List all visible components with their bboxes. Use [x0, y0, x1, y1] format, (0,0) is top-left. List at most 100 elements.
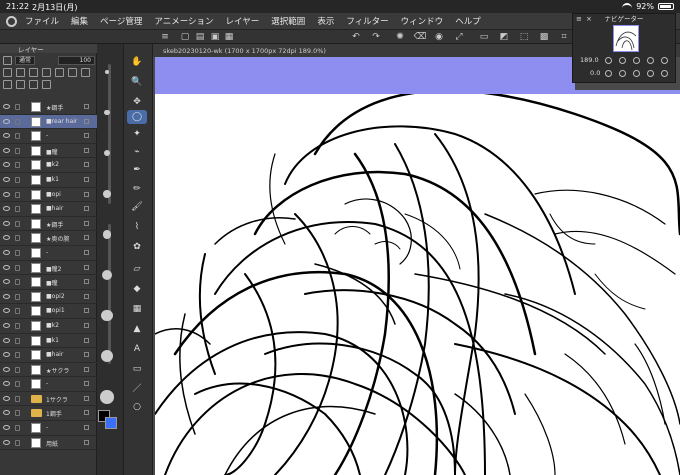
menu-item[interactable]: 表示	[317, 15, 334, 27]
eye-icon[interactable]	[3, 410, 10, 416]
lock-icon[interactable]	[15, 439, 20, 446]
rotate-left-icon[interactable]	[605, 70, 612, 77]
figure-icon[interactable]: ▲	[127, 322, 147, 336]
lock-icon[interactable]	[15, 249, 20, 256]
eye-icon[interactable]	[3, 395, 10, 401]
lock-icon[interactable]	[15, 176, 20, 183]
lock-icon[interactable]	[15, 118, 20, 125]
layer-row[interactable]: ■k2	[0, 158, 97, 173]
move-icon[interactable]: ✥	[127, 95, 147, 109]
layer-panel-tab[interactable]: レイヤー	[0, 44, 97, 54]
eye-icon[interactable]	[3, 235, 10, 241]
pen-icon[interactable]: ✒	[127, 163, 147, 177]
new-layer-icon[interactable]	[3, 68, 12, 77]
eye-icon[interactable]	[3, 147, 10, 153]
layer-row[interactable]: ■瞳2	[0, 261, 97, 276]
brush-size-preset[interactable]	[101, 310, 113, 322]
rotate-right-icon[interactable]	[619, 70, 626, 77]
eye-icon[interactable]	[3, 118, 10, 124]
layer-row[interactable]: -	[0, 421, 97, 436]
menu-item[interactable]: ページ管理	[100, 15, 142, 27]
opacity-field[interactable]: 100	[58, 55, 95, 65]
layer-row[interactable]: ■opi2	[0, 290, 97, 305]
lock-icon[interactable]	[15, 337, 20, 344]
layer-row[interactable]: -	[0, 246, 97, 261]
brush-size-preset[interactable]	[100, 390, 114, 404]
layer-row[interactable]: ■k1	[0, 173, 97, 188]
background-color-swatch[interactable]	[105, 417, 117, 429]
layer-row[interactable]: ■opi1	[0, 304, 97, 319]
zoom-value[interactable]: 189.0	[580, 56, 599, 64]
brush-size-preset[interactable]	[102, 270, 112, 280]
clear-icon[interactable]: ⌫	[413, 30, 427, 44]
save-icon[interactable]: ▣	[208, 30, 222, 44]
layer-row[interactable]: ■瞳	[0, 275, 97, 290]
lock-icon[interactable]	[15, 410, 20, 417]
lock-icon[interactable]	[15, 425, 20, 432]
lasso-select-icon[interactable]: ◯	[127, 110, 147, 124]
eye-icon[interactable]	[3, 439, 10, 445]
fill-icon[interactable]: ◉	[432, 30, 446, 44]
brush-size-preset[interactable]	[104, 110, 110, 116]
rotation-value[interactable]: 0.0	[590, 69, 600, 77]
lock-icon[interactable]	[15, 191, 20, 198]
balloon-icon[interactable]: ○	[127, 400, 147, 414]
undo-icon[interactable]: ↶	[349, 30, 363, 44]
eye-icon[interactable]	[3, 104, 10, 109]
lock-icon[interactable]	[15, 395, 20, 402]
layer-row[interactable]: 用紙	[0, 436, 97, 451]
mask-icon[interactable]	[68, 68, 77, 77]
lock-icon[interactable]	[15, 147, 20, 154]
zoom-out-icon[interactable]	[605, 57, 612, 64]
lock-icon[interactable]	[15, 206, 20, 213]
print-icon[interactable]: ▦	[222, 30, 236, 44]
new-folder-icon[interactable]	[29, 68, 38, 77]
layer-row[interactable]: ■hair	[0, 348, 97, 363]
menu-item[interactable]: 編集	[71, 15, 88, 27]
layer-row[interactable]: ■opi	[0, 188, 97, 203]
reference-icon[interactable]	[29, 80, 38, 89]
layer-property-icon[interactable]	[3, 55, 12, 65]
settings-icon[interactable]: ✺	[393, 30, 407, 44]
lock-icon[interactable]	[15, 381, 20, 388]
lock-icon[interactable]	[15, 133, 20, 140]
eyedropper-icon[interactable]: ⌁	[127, 145, 147, 159]
line-icon[interactable]: ／	[127, 380, 147, 394]
fit-icon[interactable]	[633, 57, 640, 64]
lock-icon[interactable]	[15, 279, 20, 286]
layer-row[interactable]: ★奥の腕	[0, 231, 97, 246]
draft-icon[interactable]	[42, 80, 51, 89]
drawing-canvas[interactable]	[155, 94, 680, 475]
eye-icon[interactable]	[3, 162, 10, 168]
layer-row[interactable]: ■rear hair	[0, 114, 97, 130]
crop-icon[interactable]: ⌗	[557, 30, 571, 44]
layer-row[interactable]: -	[0, 377, 97, 392]
menu-item[interactable]: ウィンドウ	[401, 15, 444, 27]
zoom-icon[interactable]: 🔍	[127, 75, 147, 89]
zoom-in-icon[interactable]	[619, 57, 626, 64]
eye-icon[interactable]	[3, 220, 10, 226]
eye-icon[interactable]	[3, 293, 10, 299]
actual-size-icon[interactable]	[647, 57, 654, 64]
invert-icon[interactable]: ◩	[497, 30, 511, 44]
eye-icon[interactable]	[3, 322, 10, 328]
flip-horizontal-icon[interactable]	[647, 70, 654, 77]
menu-item[interactable]: ヘルプ	[455, 15, 481, 27]
gradient-icon[interactable]: ▦	[127, 302, 147, 316]
decoration-icon[interactable]: ✿	[127, 240, 147, 254]
eye-icon[interactable]	[3, 133, 10, 139]
text-icon[interactable]: A	[127, 342, 147, 356]
blend-mode-select[interactable]: 通常	[15, 55, 36, 65]
layer-row[interactable]: ■k1	[0, 334, 97, 349]
menu-item[interactable]: フィルター	[346, 15, 388, 27]
transform-icon[interactable]: ⤢	[452, 30, 466, 44]
flip-vertical-icon[interactable]	[661, 70, 668, 77]
redo-icon[interactable]: ↷	[369, 30, 383, 44]
frame-icon[interactable]: ▭	[127, 362, 147, 376]
lock-icon[interactable]	[15, 352, 20, 359]
layer-row[interactable]: ■hair	[0, 202, 97, 217]
lock-icon[interactable]	[15, 308, 20, 315]
eye-icon[interactable]	[3, 366, 10, 372]
app-logo-icon[interactable]	[6, 16, 17, 27]
brush-size-preset[interactable]	[105, 70, 109, 74]
